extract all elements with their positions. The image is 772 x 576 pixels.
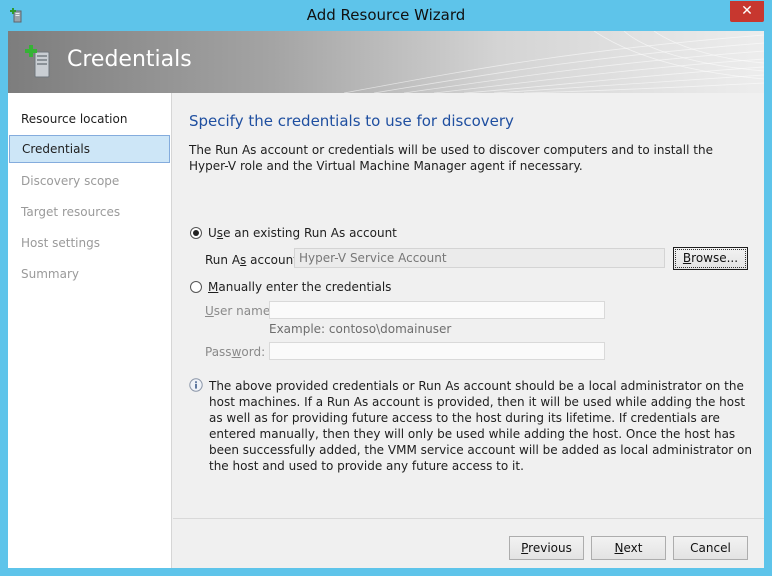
server-add-icon xyxy=(25,45,50,78)
password-input[interactable] xyxy=(269,342,605,360)
previous-button[interactable]: Previous xyxy=(509,536,584,560)
window-title: Add Resource Wizard xyxy=(306,6,466,24)
step-target-resources: Target resources xyxy=(21,205,121,219)
close-icon: ✕ xyxy=(741,3,753,19)
username-label: User name: xyxy=(205,304,275,318)
wizard-footer: Previous Next Cancel xyxy=(173,518,764,568)
next-button[interactable]: Next xyxy=(591,536,666,560)
section-description: The Run As account or credentials will b… xyxy=(189,143,713,173)
username-input[interactable] xyxy=(269,301,605,319)
browse-button[interactable]: Browse... xyxy=(673,247,748,270)
cancel-button[interactable]: Cancel xyxy=(673,536,748,560)
existing-runas-label[interactable]: Use an existing Run As account xyxy=(208,226,397,240)
manual-credentials-label[interactable]: Manually enter the credentials xyxy=(208,280,391,294)
page-title: Credentials xyxy=(67,47,192,72)
step-resource-location[interactable]: Resource location xyxy=(9,105,170,133)
section-heading: Specify the credentials to use for disco… xyxy=(189,112,514,130)
title-bar: Add Resource Wizard ✕ xyxy=(0,0,772,31)
existing-runas-radio[interactable] xyxy=(190,227,202,239)
runas-account-label: Run As account: xyxy=(205,253,302,267)
close-button[interactable]: ✕ xyxy=(730,1,764,22)
username-example: Example: contoso\domainuser xyxy=(269,322,452,336)
banner-wave-decoration xyxy=(344,31,764,93)
password-label: Password: xyxy=(205,345,266,359)
manual-credentials-radio[interactable] xyxy=(190,281,202,293)
step-credentials[interactable]: Credentials xyxy=(9,135,170,163)
header-banner: Credentials xyxy=(8,31,764,93)
info-message: The above provided credentials or Run As… xyxy=(209,379,752,473)
step-discovery-scope: Discovery scope xyxy=(21,174,120,188)
wizard-window: Add Resource Wizard ✕ Credentials Resour… xyxy=(0,0,772,576)
wizard-client: Credentials Resource location Credential… xyxy=(8,31,764,568)
info-icon xyxy=(189,378,203,392)
step-summary: Summary xyxy=(21,267,79,281)
step-host-settings: Host settings xyxy=(21,236,100,250)
wizard-step-list: Resource location Credentials Discovery … xyxy=(8,93,172,568)
runas-account-field[interactable]: Hyper-V Service Account xyxy=(294,248,665,268)
content-panel: Specify the credentials to use for disco… xyxy=(173,93,764,518)
